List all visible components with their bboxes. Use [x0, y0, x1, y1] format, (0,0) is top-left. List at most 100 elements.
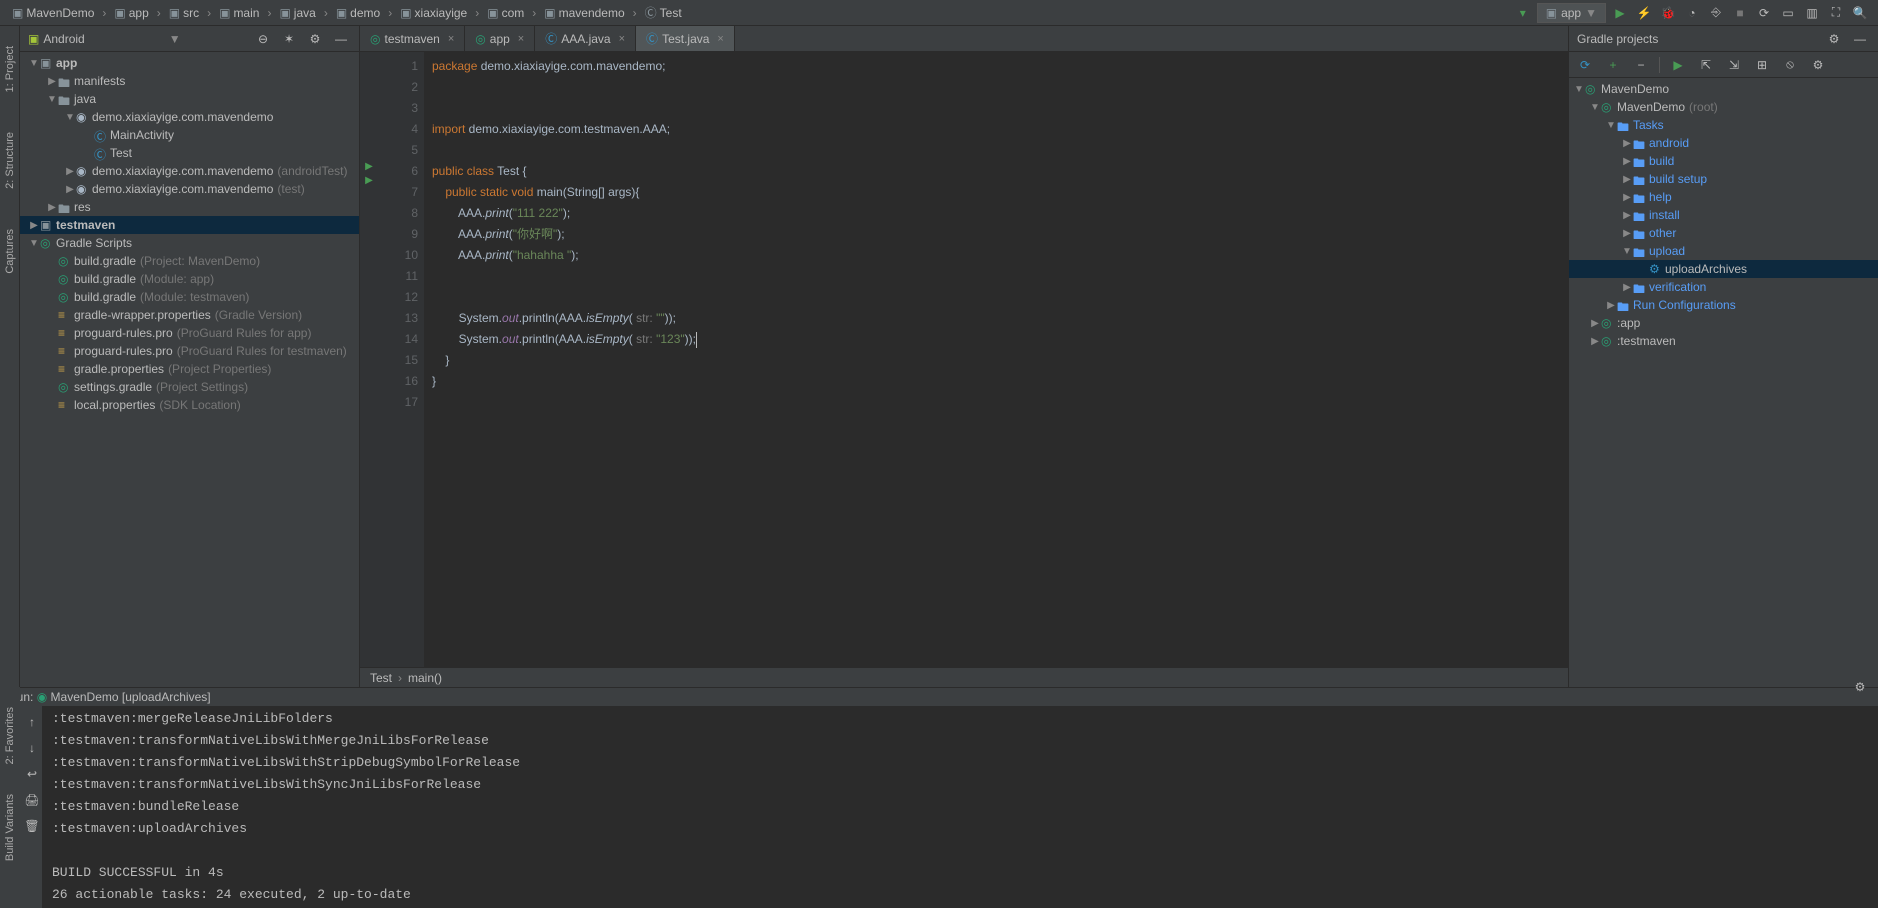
expand-icon[interactable]: ▼: [64, 112, 76, 123]
tree-node[interactable]: ▶🖿manifests: [20, 72, 359, 90]
gradle-tree-node[interactable]: ▼◎MavenDemo: [1569, 80, 1878, 98]
breadcrumb-item[interactable]: ▣src: [165, 4, 203, 22]
breadcrumb-item[interactable]: ▣app: [110, 4, 152, 22]
close-tab-icon[interactable]: ×: [619, 33, 625, 45]
project-view-label[interactable]: Android: [43, 32, 84, 46]
expand-icon[interactable]: ▶: [1621, 228, 1633, 239]
gradle-tree-node[interactable]: ▶🖿build: [1569, 152, 1878, 170]
profile-icon[interactable]: ◔: [1682, 3, 1702, 23]
breadcrumb-item[interactable]: ▣demo: [332, 4, 384, 22]
breadcrumb-item[interactable]: ▣MavenDemo: [8, 4, 98, 22]
gradle-tree-node[interactable]: ▶🖿help: [1569, 188, 1878, 206]
stop-icon[interactable]: ■: [1730, 3, 1750, 23]
code-editor[interactable]: package demo.xiaxiayige.com.mavendemo; i…: [424, 52, 1568, 667]
expand-icon[interactable]: ▶: [1589, 336, 1601, 347]
tree-node[interactable]: ◎build.gradle(Project: MavenDemo): [20, 252, 359, 270]
breadcrumb-item[interactable]: ▣main: [215, 4, 263, 22]
make-icon[interactable]: ▾: [1513, 3, 1533, 23]
run-icon[interactable]: ▶: [1610, 3, 1630, 23]
gradle-tree-node[interactable]: ▶🖿other: [1569, 224, 1878, 242]
apply-changes-icon[interactable]: ⚡: [1634, 3, 1654, 23]
expand-icon[interactable]: ▶: [28, 220, 40, 231]
gradle-tree-node[interactable]: ▶🖿install: [1569, 206, 1878, 224]
editor-tab[interactable]: ⒸAAA.java×: [535, 26, 636, 51]
gradle-tree-node[interactable]: ▶🖿android: [1569, 134, 1878, 152]
tree-node[interactable]: ▼🖿java: [20, 90, 359, 108]
expand-icon[interactable]: ▼: [28, 58, 40, 69]
tree-node[interactable]: ≡gradle.properties(Project Properties): [20, 360, 359, 378]
close-tab-icon[interactable]: ×: [518, 33, 524, 45]
collapse-all-icon[interactable]: ⊖: [253, 29, 273, 49]
chevron-down-icon[interactable]: ▼: [169, 32, 181, 46]
tree-node[interactable]: ≡local.properties(SDK Location): [20, 396, 359, 414]
project-structure-icon[interactable]: ⛶: [1826, 3, 1846, 23]
breadcrumb-item[interactable]: ▣java: [275, 4, 319, 22]
sdk-manager-icon[interactable]: ▥: [1802, 3, 1822, 23]
clear-icon[interactable]: 🗑: [22, 816, 42, 836]
expand-icon[interactable]: ▶: [64, 184, 76, 195]
gradle-tree-node[interactable]: ▶🖿verification: [1569, 278, 1878, 296]
show-dependencies-icon[interactable]: ⊞: [1752, 55, 1772, 75]
tree-node[interactable]: ▼◎Gradle Scripts: [20, 234, 359, 252]
gradle-tree-node[interactable]: ▶🖿build setup: [1569, 170, 1878, 188]
attach-debugger-icon[interactable]: ⎆: [1706, 3, 1726, 23]
expand-icon[interactable]: ▼: [1589, 102, 1601, 113]
down-icon[interactable]: ↓: [22, 738, 42, 758]
tree-node[interactable]: ▶🖿res: [20, 198, 359, 216]
settings-icon[interactable]: ⚙: [305, 29, 325, 49]
settings-icon[interactable]: ⚙: [1850, 677, 1870, 697]
gradle-tree-node[interactable]: ▼◎MavenDemo(root): [1569, 98, 1878, 116]
breadcrumb-item[interactable]: ▣xiaxiayige: [396, 4, 471, 22]
editor-tab[interactable]: ⒸTest.java×: [636, 26, 735, 51]
tree-node[interactable]: ▶◉demo.xiaxiayige.com.mavendemo(androidT…: [20, 162, 359, 180]
close-tab-icon[interactable]: ×: [717, 33, 723, 45]
run-config-selector[interactable]: ▣ app ▼: [1537, 3, 1606, 23]
tree-node[interactable]: ▶◉demo.xiaxiayige.com.mavendemo(test): [20, 180, 359, 198]
breadcrumb-class[interactable]: Test: [370, 671, 392, 685]
expand-icon[interactable]: ▼: [28, 238, 40, 249]
gradle-settings-icon[interactable]: ⚙: [1808, 55, 1828, 75]
gradle-tree-node[interactable]: ▶◎:testmaven: [1569, 332, 1878, 350]
tree-node[interactable]: ≡proguard-rules.pro(ProGuard Rules for a…: [20, 324, 359, 342]
editor-tab[interactable]: ◎app×: [465, 26, 535, 51]
rail-project[interactable]: 1: Project: [4, 46, 16, 92]
tree-node[interactable]: ≡proguard-rules.pro(ProGuard Rules for t…: [20, 342, 359, 360]
refresh-icon[interactable]: ⟳: [1575, 55, 1595, 75]
expand-icon[interactable]: ▶: [46, 76, 58, 87]
tree-node[interactable]: ◎build.gradle(Module: app): [20, 270, 359, 288]
expand-icon[interactable]: ▶: [1605, 300, 1617, 311]
gradle-tree-node[interactable]: ▼🖿Tasks: [1569, 116, 1878, 134]
gradle-tree[interactable]: ▼◎MavenDemo▼◎MavenDemo(root)▼🖿Tasks▶🖿and…: [1569, 78, 1878, 687]
expand-icon[interactable]: ▶: [64, 166, 76, 177]
tree-node[interactable]: ▶▣testmaven: [20, 216, 359, 234]
tree-node[interactable]: ◎build.gradle(Module: testmaven): [20, 288, 359, 306]
tree-node[interactable]: ⒸMainActivity: [20, 126, 359, 144]
expand-icon[interactable]: ▶: [46, 202, 58, 213]
expand-icon[interactable]: ▶: [1621, 174, 1633, 185]
expand-icon[interactable]: ▶: [1621, 156, 1633, 167]
rail-build-variants[interactable]: Build Variants: [4, 794, 16, 861]
editor-tab[interactable]: ◎testmaven×: [360, 26, 465, 51]
breadcrumb-item[interactable]: ▣mavendemo: [540, 4, 628, 22]
rail-structure[interactable]: 2: Structure: [4, 132, 16, 189]
print-icon[interactable]: 🖨: [22, 790, 42, 810]
run-line-marker-icon[interactable]: ▶: [360, 161, 378, 172]
tree-node[interactable]: ≡gradle-wrapper.properties(Gradle Versio…: [20, 306, 359, 324]
expand-icon[interactable]: ▶: [1621, 282, 1633, 293]
breadcrumb-item[interactable]: ⒸTest: [641, 2, 686, 23]
gradle-tree-node[interactable]: ⚙uploadArchives: [1569, 260, 1878, 278]
editor-breadcrumb[interactable]: Test › main(): [360, 667, 1568, 687]
expand-all-icon[interactable]: ⇱: [1696, 55, 1716, 75]
up-icon[interactable]: ↑: [22, 712, 42, 732]
expand-icon[interactable]: ▼: [1621, 246, 1633, 257]
sync-icon[interactable]: ⟳: [1754, 3, 1774, 23]
expand-icon[interactable]: ▶: [1621, 210, 1633, 221]
debug-icon[interactable]: 🐞: [1658, 3, 1678, 23]
expand-icon[interactable]: ▶: [1621, 138, 1633, 149]
console-output[interactable]: :testmaven:mergeReleaseJniLibFolders :te…: [42, 706, 1878, 908]
wrap-icon[interactable]: ↩: [22, 764, 42, 784]
offline-mode-icon[interactable]: ⦸: [1780, 55, 1800, 75]
settings-icon[interactable]: ⚙: [1824, 29, 1844, 49]
expand-icon[interactable]: ▶: [1621, 192, 1633, 203]
breadcrumb-item[interactable]: ▣com: [483, 4, 528, 22]
